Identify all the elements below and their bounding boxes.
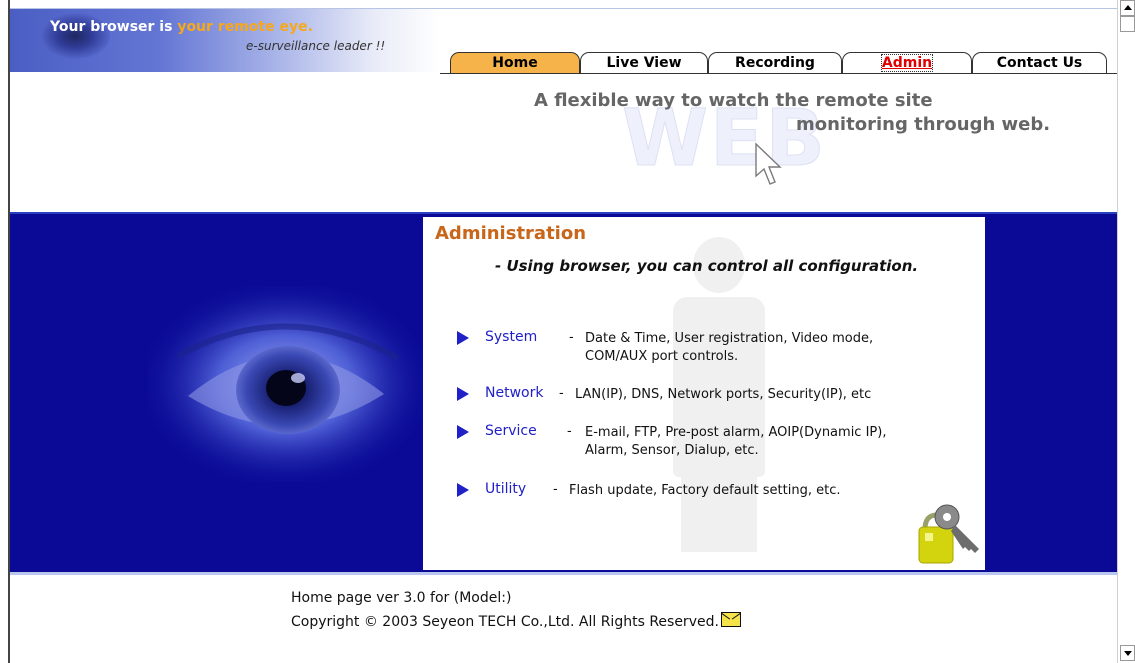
brand-banner: Your browser is your remote eye. e-surve… bbox=[10, 9, 440, 72]
scroll-down-button[interactable] bbox=[1120, 645, 1135, 661]
vertical-scrollbar[interactable] bbox=[1117, 0, 1135, 663]
utility-link[interactable]: Utility bbox=[485, 481, 526, 497]
admin-panel: Administration - Using browser, you can … bbox=[423, 217, 985, 570]
network-link[interactable]: Network bbox=[485, 385, 543, 401]
page: Your browser is your remote eye. e-surve… bbox=[0, 0, 1117, 663]
nav-tabs: Home Live View Recording Admin Contact U… bbox=[440, 52, 1107, 74]
tab-home[interactable]: Home bbox=[450, 52, 580, 74]
network-desc-line1: LAN(IP), DNS, Network ports, Security(IP… bbox=[575, 387, 872, 402]
item-dash: - bbox=[567, 424, 572, 439]
panel-subtitle: - Using browser, you can control all con… bbox=[495, 257, 919, 275]
tab-baseline bbox=[440, 73, 1117, 74]
item-dash: - bbox=[559, 386, 564, 401]
mail-icon[interactable] bbox=[720, 612, 741, 627]
tab-admin[interactable]: Admin bbox=[842, 52, 972, 74]
arrow-right-icon bbox=[457, 387, 469, 401]
scroll-up-button[interactable] bbox=[1120, 0, 1135, 16]
brand-tagline-part1: Your browser is bbox=[50, 19, 178, 35]
scroll-up-icon bbox=[1124, 5, 1132, 10]
footer-version: Home page ver 3.0 for (Model:) bbox=[291, 590, 512, 606]
item-dash: - bbox=[569, 330, 574, 345]
arrow-right-icon bbox=[457, 483, 469, 497]
arrow-right-icon bbox=[457, 331, 469, 345]
lock-key-icon bbox=[918, 504, 979, 564]
panel-title: Administration bbox=[435, 223, 587, 244]
tab-contact-us-label: Contact Us bbox=[996, 55, 1083, 71]
system-desc-line2: COM/AUX port controls. bbox=[585, 349, 739, 364]
footer-copyright-row: Copyright © 2003 Seyeon TECH Co.,Ltd. Al… bbox=[291, 612, 741, 630]
slogan-line-1: A flexible way to watch the remote site bbox=[534, 90, 933, 111]
slogan-line-2: monitoring through web. bbox=[796, 114, 1051, 135]
arrow-right-icon bbox=[457, 425, 469, 439]
tab-recording[interactable]: Recording bbox=[708, 52, 842, 74]
brand-tagline: Your browser is your remote eye. bbox=[50, 19, 313, 35]
service-link[interactable]: Service bbox=[485, 423, 537, 439]
tab-recording-label: Recording bbox=[735, 55, 815, 71]
footer-copyright: Copyright © 2003 Seyeon TECH Co.,Ltd. Al… bbox=[291, 614, 719, 630]
system-desc-line1: Date & Time, User registration, Video mo… bbox=[585, 331, 874, 346]
mouse-cursor-icon bbox=[755, 142, 782, 185]
item-dash: - bbox=[553, 482, 558, 497]
tab-contact-us[interactable]: Contact Us bbox=[972, 52, 1107, 74]
system-link[interactable]: System bbox=[485, 329, 537, 345]
tab-live-view-label: Live View bbox=[606, 55, 682, 71]
service-desc-line2: Alarm, Sensor, Dialup, etc. bbox=[585, 443, 759, 458]
scroll-thumb[interactable] bbox=[1120, 16, 1135, 32]
eye-image bbox=[148, 286, 424, 482]
brand-subtagline: e-surveillance leader !! bbox=[246, 39, 386, 53]
scroll-down-icon bbox=[1124, 651, 1132, 656]
tab-admin-label: Admin bbox=[880, 54, 934, 72]
utility-desc-line1: Flash update, Factory default setting, e… bbox=[569, 483, 841, 498]
tab-live-view[interactable]: Live View bbox=[580, 52, 708, 74]
brand-tagline-part2: your remote eye. bbox=[177, 19, 313, 35]
service-desc-line1: E-mail, FTP, Pre-post alarm, AOIP(Dynami… bbox=[585, 425, 887, 440]
tab-home-label: Home bbox=[492, 55, 538, 71]
